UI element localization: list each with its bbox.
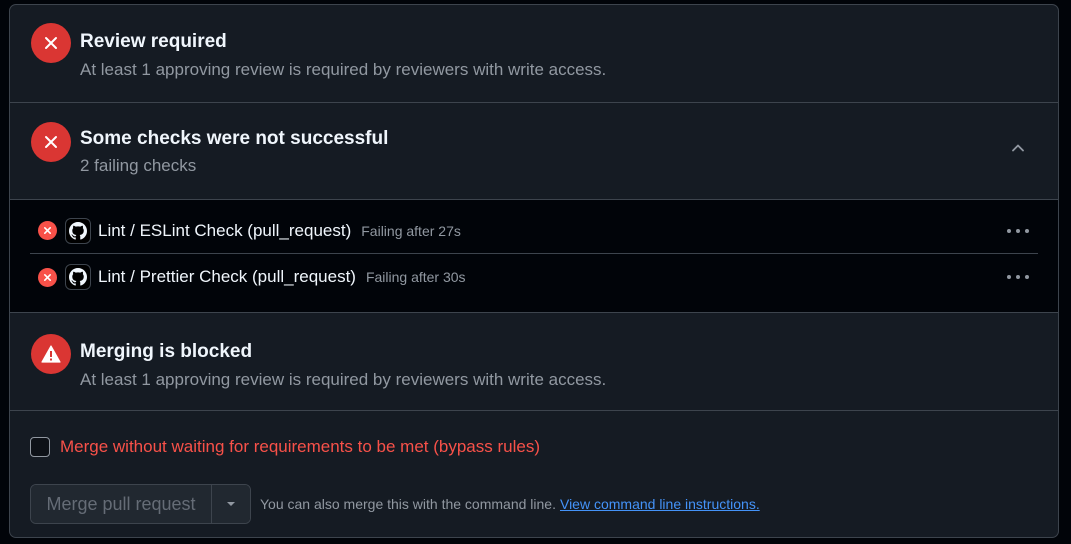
review-required-subtitle: At least 1 approving review is required … — [80, 60, 607, 79]
checks-title: Some checks were not successful — [80, 128, 389, 149]
merging-blocked-subtitle: At least 1 approving review is required … — [80, 370, 607, 389]
merging-blocked-title: Merging is blocked — [80, 341, 253, 362]
bypass-rules-option[interactable]: Merge without waiting for requirements t… — [30, 437, 540, 457]
x-circle-icon — [31, 122, 71, 162]
chevron-up-icon[interactable] — [1006, 136, 1030, 160]
triangle-down-icon — [227, 502, 235, 506]
x-circle-icon — [38, 267, 57, 287]
merge-button-group: Merge pull request — [30, 484, 251, 524]
alert-icon — [31, 334, 71, 374]
merge-method-dropdown[interactable] — [212, 485, 250, 523]
github-icon — [65, 264, 91, 290]
review-required-section: Review required At least 1 approving rev… — [10, 5, 1058, 103]
check-name[interactable]: Lint / Prettier Check (pull_request) — [98, 267, 356, 287]
merge-box: Review required At least 1 approving rev… — [9, 4, 1059, 538]
github-icon — [65, 217, 91, 244]
cli-hint-text: You can also merge this with the command… — [260, 496, 556, 512]
kebab-menu-icon[interactable] — [1004, 220, 1032, 242]
merge-actions: Merge without waiting for requirements t… — [10, 411, 1058, 537]
check-row[interactable]: Lint / ESLint Check (pull_request) Faili… — [30, 208, 1038, 254]
review-required-title: Review required — [80, 31, 227, 52]
bypass-checkbox[interactable] — [30, 437, 50, 457]
merge-pull-request-button[interactable]: Merge pull request — [31, 485, 212, 523]
check-row[interactable]: Lint / Prettier Check (pull_request) Fai… — [30, 254, 1038, 300]
x-circle-icon — [38, 221, 57, 240]
checks-subtitle: 2 failing checks — [80, 156, 197, 175]
x-circle-icon — [31, 23, 71, 63]
checks-list: Lint / ESLint Check (pull_request) Faili… — [10, 200, 1058, 313]
kebab-menu-icon[interactable] — [1004, 266, 1032, 288]
checks-section[interactable]: Some checks were not successful 2 failin… — [10, 103, 1058, 200]
command-line-instructions-link[interactable]: View command line instructions. — [560, 496, 760, 512]
check-status: Failing after 30s — [365, 269, 466, 285]
merging-blocked-section: Merging is blocked At least 1 approving … — [10, 313, 1058, 411]
check-status: Failing after 27s — [361, 222, 461, 239]
bypass-label[interactable]: Merge without waiting for requirements t… — [60, 437, 540, 457]
merge-controls: Merge pull request You can also merge th… — [30, 484, 760, 524]
check-name[interactable]: Lint / ESLint Check (pull_request) — [98, 221, 351, 241]
